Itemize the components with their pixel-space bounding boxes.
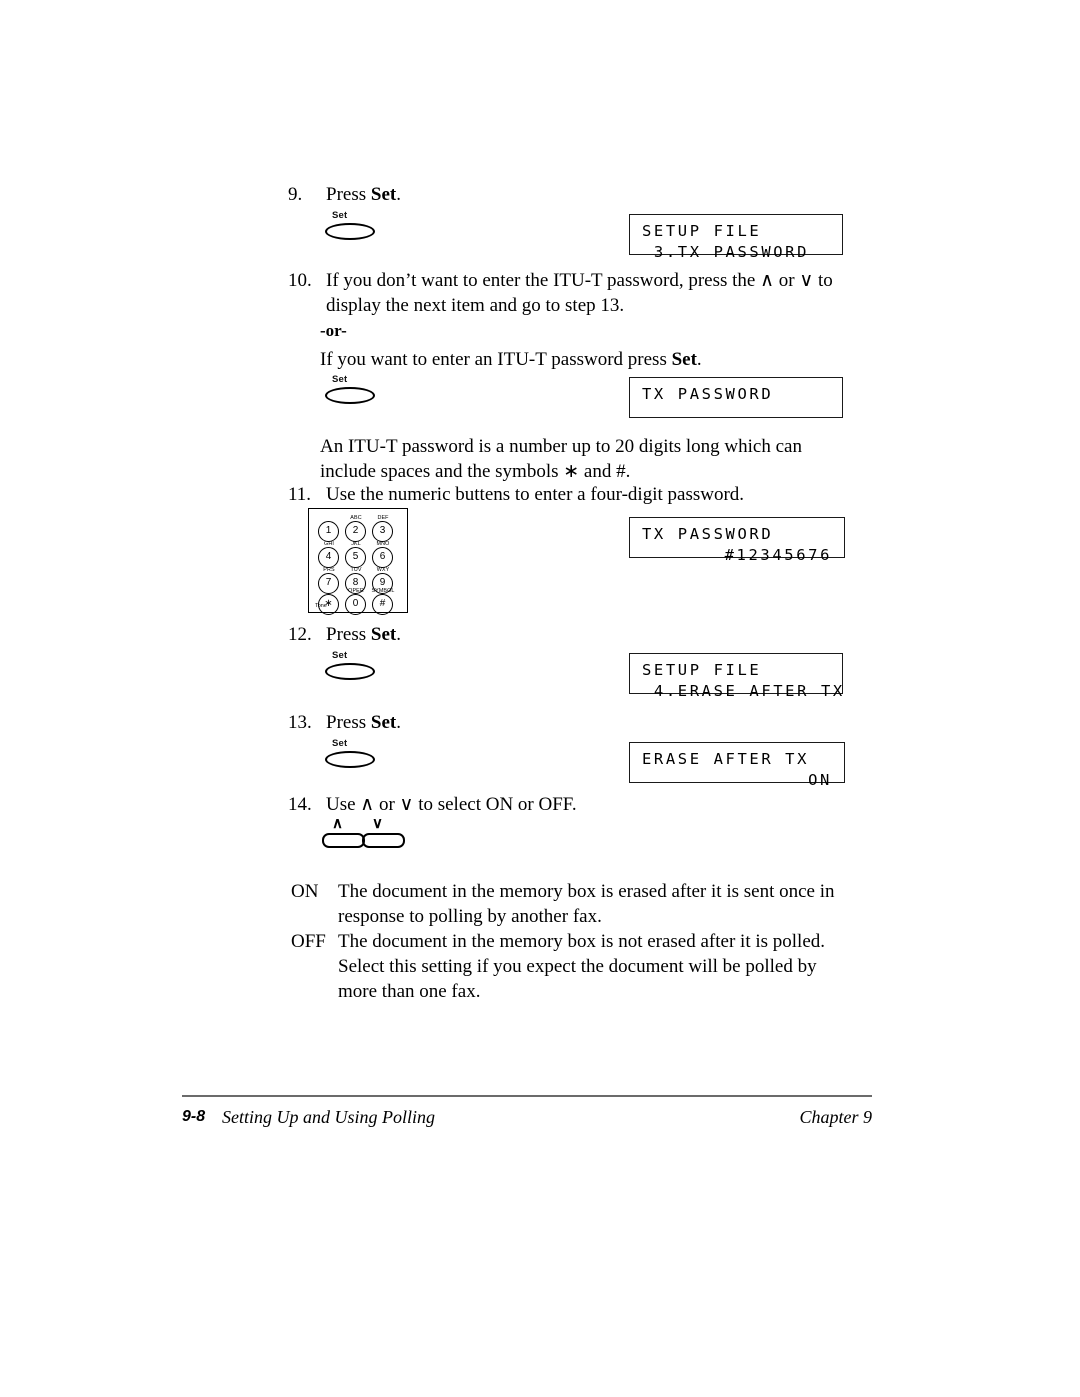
footer-section-title: Setting Up and Using Polling — [222, 1107, 435, 1127]
step-11: 11. Use the numeric buttens to enter a f… — [288, 482, 868, 507]
document-page: 9. Press Set. Set SETUP FILE 3.TX PASSWO… — [0, 0, 1080, 1397]
lcd-line-2: ON — [808, 771, 832, 789]
step-13-text: Press Set. — [326, 710, 401, 735]
step-10b-bold: Set — [671, 349, 697, 370]
keypad-key-3[interactable]: 3 — [372, 521, 393, 542]
set-button-label: Set — [332, 650, 348, 661]
set-button-step-12[interactable]: Set — [325, 650, 383, 684]
step-10-line-1: If you don’t want to enter the ITU-T pas… — [326, 270, 833, 291]
set-button-oval-icon — [325, 751, 375, 768]
keypad-grid: 1 ABC 2 DEF 3 GHI 4 JKL 5 MNO 6 PRS 7 TU… — [309, 509, 407, 615]
lcd-display-tx-password-empty: TX PASSWORD — [629, 377, 843, 418]
step-13-text-before: Press — [326, 712, 371, 733]
down-arrow-button[interactable]: ∨ — [362, 815, 408, 852]
chevron-up-icon: ∧ — [332, 815, 343, 832]
keypad-tone-label: Tone — [315, 603, 327, 609]
footer-chapter-label: Chapter 9 — [799, 1107, 872, 1127]
step-14-number: 14. — [288, 794, 312, 815]
definition-desc-off: The document in the memory box is not er… — [338, 929, 825, 1004]
step-9-text-before: Press — [326, 184, 371, 205]
step-13-bold: Set — [370, 712, 397, 733]
step-10-alternative-text: If you want to enter an ITU-T password p… — [320, 347, 860, 372]
set-button-label: Set — [332, 210, 348, 221]
step-9-bold: Set — [370, 184, 397, 205]
numeric-keypad[interactable]: 1 ABC 2 DEF 3 GHI 4 JKL 5 MNO 6 PRS 7 TU… — [308, 508, 408, 615]
lcd-display-setup-file-4: SETUP FILE 4.ERASE AFTER TX — [629, 653, 843, 700]
step-9-number: 9. — [288, 184, 303, 205]
definition-off-line-1: The document in the memory box is not er… — [338, 931, 826, 952]
or-separator: -or- — [320, 321, 347, 340]
set-button-step-9[interactable]: Set — [325, 210, 383, 244]
step-14-text: Use ∧ or ∨ to select ON or OFF. — [326, 794, 577, 815]
keypad-key-5[interactable]: 5 — [345, 547, 366, 568]
lcd-line-1: TX PASSWORD — [642, 385, 774, 403]
step-11-number: 11. — [288, 484, 312, 505]
note-line-2: include spaces and the symbols ∗ and #. — [320, 461, 631, 482]
step-10: 10. If you don’t want to enter the ITU-T… — [288, 268, 868, 318]
step-9-text-after: . — [396, 184, 401, 205]
keypad-key-hash[interactable]: # — [372, 594, 393, 615]
keypad-key-1[interactable]: 1 — [318, 521, 339, 542]
step-13-number: 13. — [288, 712, 312, 733]
definition-on-line-1: The document in the memory box is erased… — [338, 881, 835, 902]
set-button-oval-icon — [325, 387, 375, 404]
step-9: 9. Press Set. — [288, 182, 708, 207]
lcd-line-2: 3.TX PASSWORD — [642, 243, 810, 261]
definition-off: OFF The document in the memory box is no… — [291, 929, 871, 1004]
note-line-1: An ITU-T password is a number up to 20 d… — [320, 436, 802, 457]
step-13-text-after: . — [396, 712, 401, 733]
step-10b-text-after: . — [696, 349, 702, 370]
set-button-step-10[interactable]: Set — [325, 374, 383, 408]
definition-desc-on: The document in the memory box is erased… — [338, 879, 835, 929]
footer-divider — [182, 1095, 872, 1097]
definition-on-line-2: response to polling by another fax. — [338, 906, 602, 927]
step-10-line-2: display the next item and go to step 13. — [326, 295, 625, 316]
up-arrow-keycap — [322, 833, 365, 848]
definition-term-off: OFF — [291, 931, 326, 952]
lcd-display-setup-file-3: SETUP FILE 3.TX PASSWORD — [629, 214, 843, 261]
lcd-display-erase-after-tx: ERASE AFTER TX ON — [629, 742, 845, 789]
keypad-key-0[interactable]: 0 — [345, 594, 366, 615]
set-button-oval-icon — [325, 223, 375, 240]
step-12-text-after: . — [396, 624, 401, 645]
keypad-key-4[interactable]: 4 — [318, 547, 339, 568]
chevron-down-icon: ∨ — [372, 815, 383, 832]
keypad-key-2[interactable]: 2 — [345, 521, 366, 542]
step-14: 14. Use ∧ or ∨ to select ON or OFF. — [288, 792, 808, 817]
step-12-text-before: Press — [326, 624, 371, 645]
step-12-text: Press Set. — [326, 622, 401, 647]
step-10b-text-before: If you want to enter an ITU-T password p… — [320, 349, 672, 370]
lcd-display-tx-password-value: TX PASSWORD #12345676 — [629, 517, 845, 564]
step-12-bold: Set — [370, 624, 397, 645]
keypad-key-7[interactable]: 7 — [318, 573, 339, 594]
set-button-step-13[interactable]: Set — [325, 738, 383, 772]
lcd-line-1: SETUP FILE — [642, 222, 762, 240]
lcd-line-1: ERASE AFTER TX — [642, 750, 810, 768]
step-9-text: Press Set. — [326, 182, 401, 207]
step-13: 13. Press Set. — [288, 710, 708, 735]
keypad-key-6[interactable]: 6 — [372, 547, 393, 568]
definition-off-line-3: more than one fax. — [338, 981, 481, 1002]
step-10-text: If you don’t want to enter the ITU-T pas… — [326, 268, 833, 318]
set-button-label: Set — [332, 374, 348, 385]
definition-off-line-2: Select this setting if you expect the do… — [338, 956, 817, 977]
set-button-label: Set — [332, 738, 348, 749]
step-12-number: 12. — [288, 624, 312, 645]
lcd-line-1: SETUP FILE — [642, 661, 762, 679]
page-footer: 9-8 Setting Up and Using Polling Chapter… — [182, 1104, 872, 1134]
lcd-line-2: #12345676 — [724, 546, 832, 564]
set-button-oval-icon — [325, 663, 375, 680]
step-10-number: 10. — [288, 270, 312, 291]
itu-password-note: An ITU-T password is a number up to 20 d… — [320, 434, 880, 484]
definition-term-on: ON — [291, 881, 319, 902]
down-arrow-keycap — [362, 833, 405, 848]
definition-on: ON The document in the memory box is era… — [291, 879, 871, 929]
step-12: 12. Press Set. — [288, 622, 708, 647]
step-11-text: Use the numeric buttens to enter a four-… — [326, 484, 745, 505]
footer-page-number: 9-8 — [182, 1108, 206, 1125]
lcd-line-1: TX PASSWORD — [642, 525, 774, 543]
lcd-line-2: 4.ERASE AFTER TX — [642, 682, 845, 700]
lcd-line-2 — [642, 405, 832, 426]
